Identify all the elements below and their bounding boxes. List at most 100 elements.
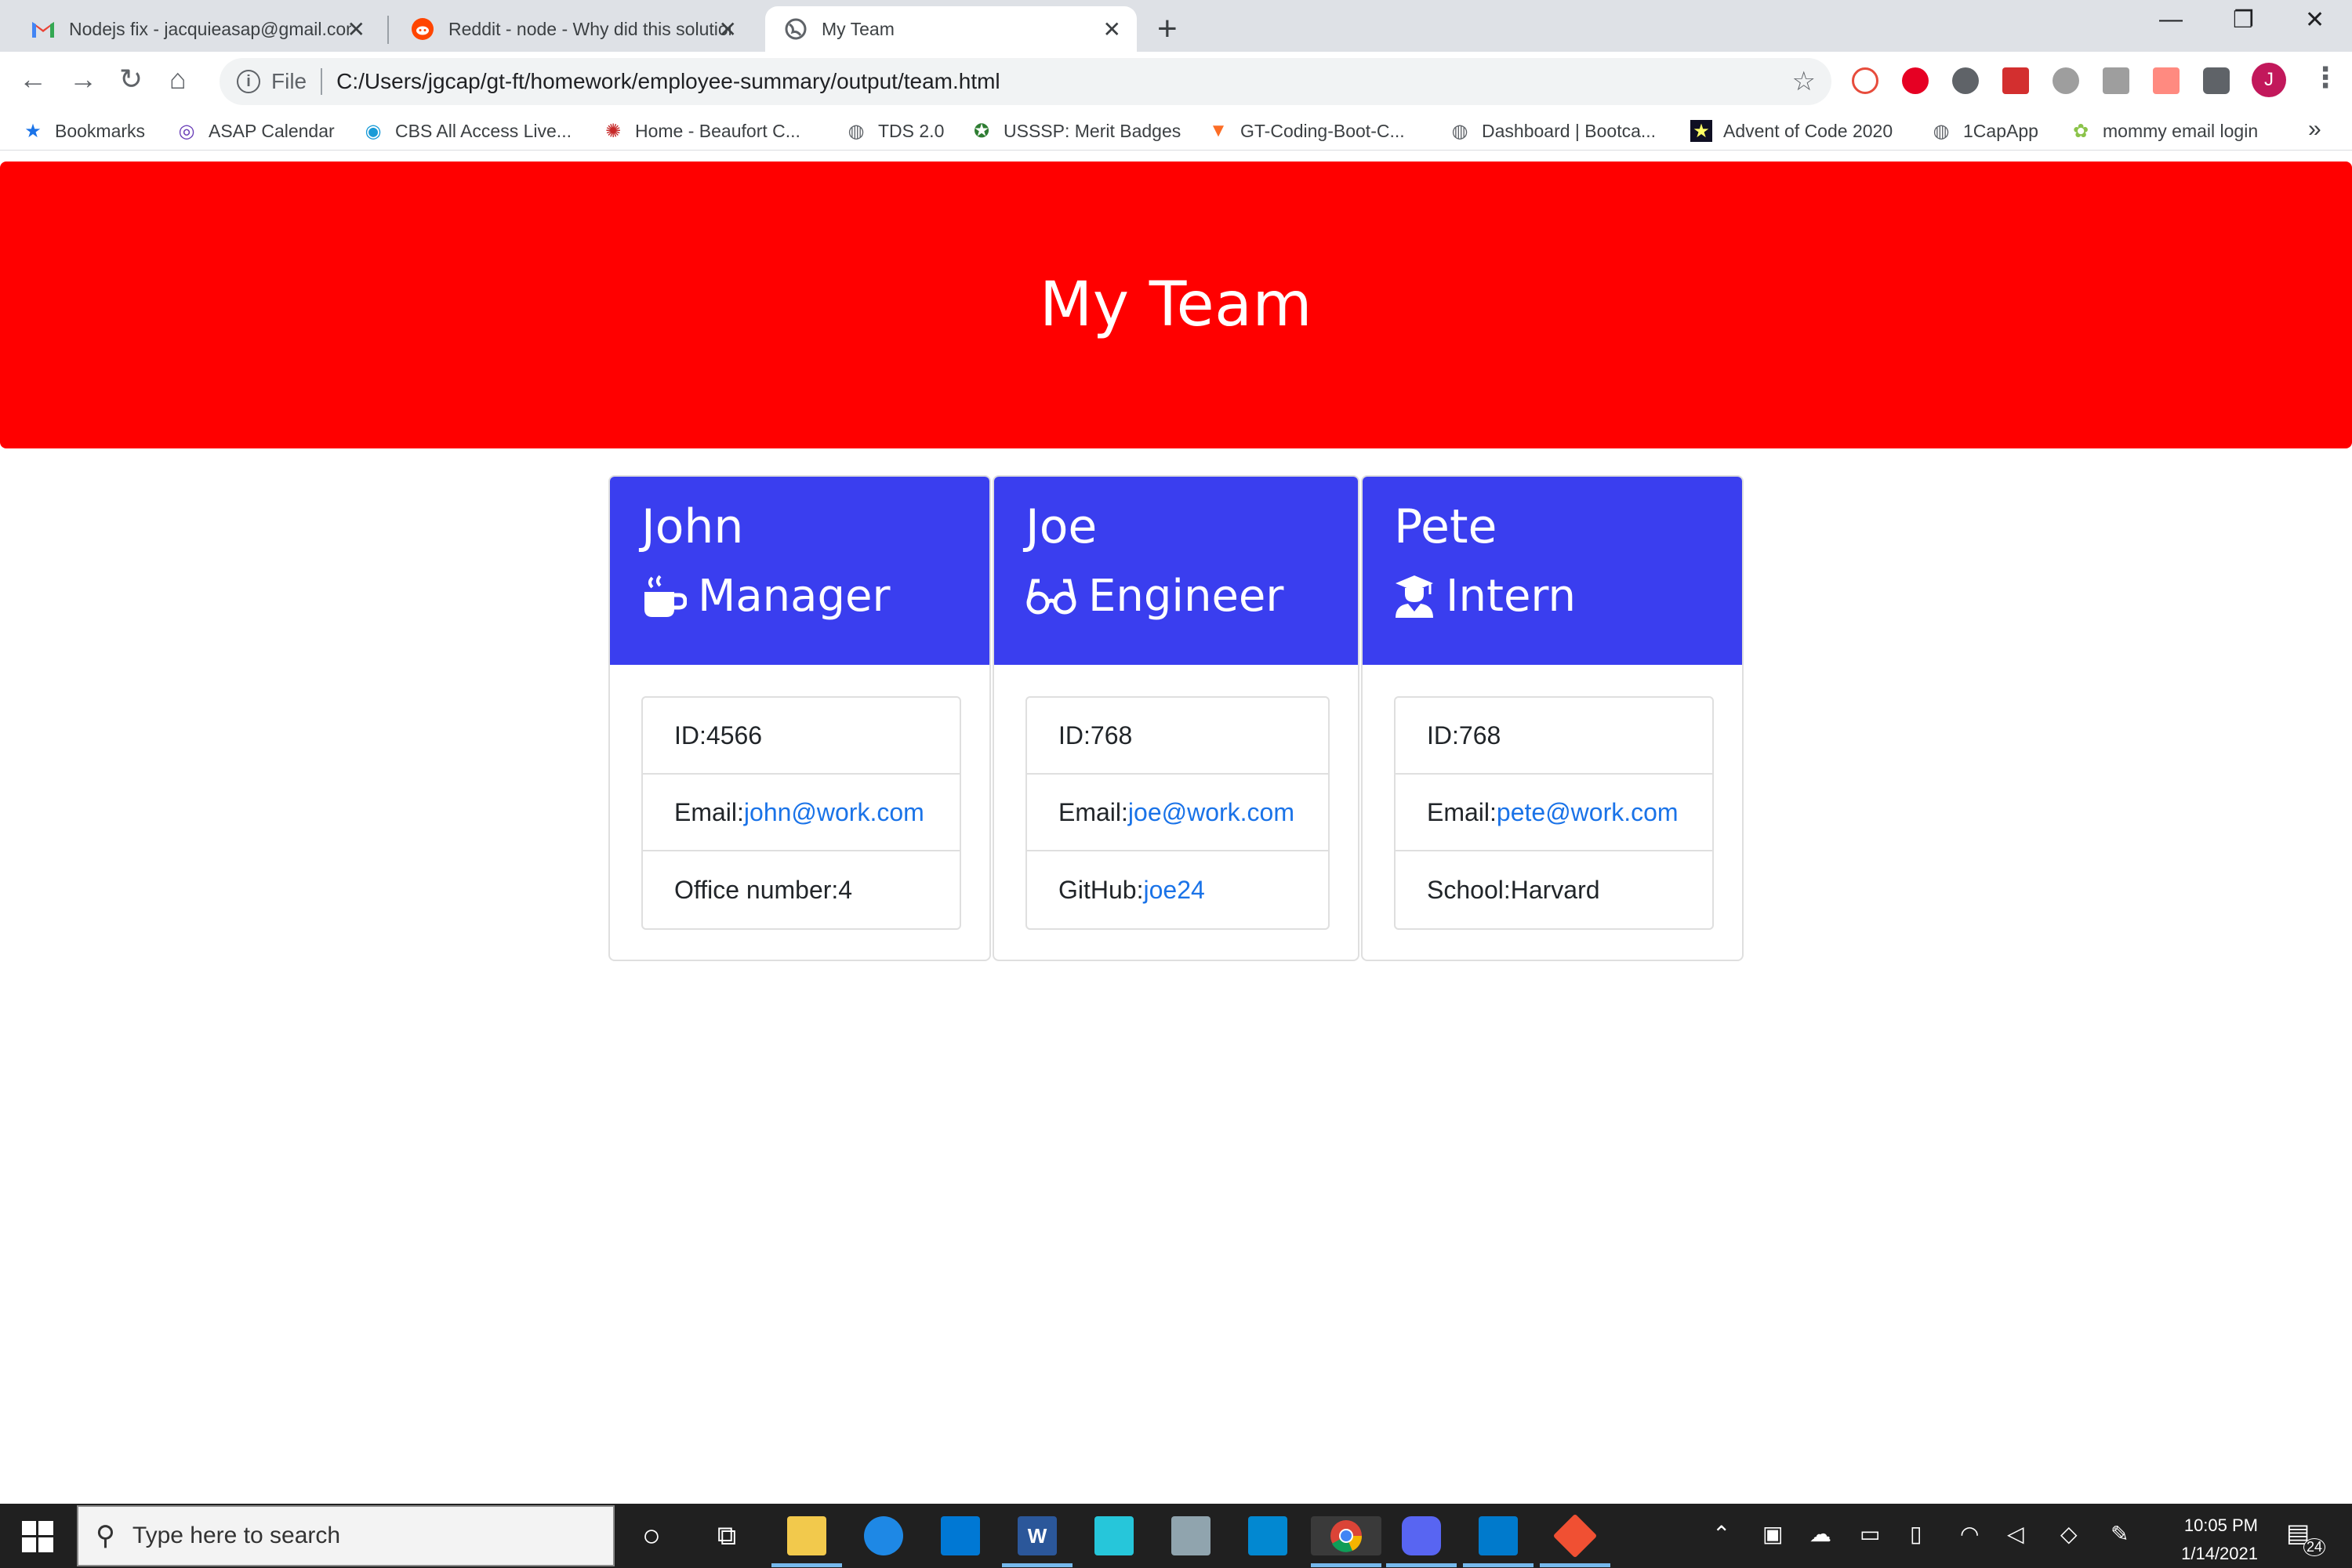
employee-name: John <box>641 499 744 554</box>
bookmark-item[interactable]: ◍ 1CapApp <box>1930 118 2038 144</box>
tab-my-team[interactable]: My Team ✕ <box>765 6 1137 52</box>
tab-gmail[interactable]: Nodejs fix - jacquieasap@gmail.com ✕ <box>13 6 381 52</box>
bookmark-item[interactable]: ◍ Dashboard | Bootca... <box>1449 118 1657 144</box>
restore-button[interactable]: ❐ <box>2233 6 2254 34</box>
bookmark-item[interactable]: ★ Bookmarks <box>22 118 145 144</box>
search-icon: ⚲ <box>96 1521 115 1551</box>
bookmark-item[interactable]: ▼ GT-Coding-Boot-C... <box>1207 118 1405 144</box>
bookmark-item[interactable]: ★ Advent of Code 2020 <box>1690 118 1893 144</box>
close-icon[interactable]: ✕ <box>719 16 737 42</box>
github-link[interactable]: joe24 <box>1143 876 1204 905</box>
discord-icon[interactable] <box>1402 1516 1441 1555</box>
reddit-icon <box>411 17 434 41</box>
info-list: ID: 4566 Email: john@work.com Office num… <box>641 696 961 930</box>
bookmarks-overflow-button[interactable]: » <box>2308 116 2321 143</box>
back-button[interactable]: ← <box>19 63 47 96</box>
email-link[interactable]: pete@work.com <box>1497 798 1679 827</box>
tab-strip: Nodejs fix - jacquieasap@gmail.com ✕ Red… <box>0 0 2352 52</box>
lastpass-icon[interactable] <box>2002 67 2029 94</box>
reload-button[interactable]: ↻ <box>119 63 143 96</box>
dropbox-icon[interactable]: ◇ <box>2060 1521 2078 1547</box>
employee-card-engineer: Joe Engineer ID: 768 Email: joe@work.com… <box>993 475 1359 961</box>
taskbar-search-input[interactable]: ⚲ Type here to search <box>77 1505 615 1566</box>
employee-card-manager: John Manager ID: 4566 Email: john@work.c… <box>608 475 991 961</box>
tab-reddit[interactable]: Reddit - node - Why did this solution ✕ <box>392 6 753 52</box>
bookmark-item[interactable]: ◎ ASAP Calendar <box>176 118 335 144</box>
pinterest-icon[interactable] <box>1902 67 1929 94</box>
employee-name: Joe <box>1025 499 1098 554</box>
card-header: John Manager <box>610 477 989 665</box>
onedrive-icon[interactable]: ☁ <box>1809 1521 1831 1547</box>
avatar[interactable]: J <box>2252 63 2286 97</box>
bookmark-item[interactable]: ✪ USSSP: Merit Badges <box>971 118 1181 144</box>
mail-icon[interactable] <box>941 1516 980 1555</box>
bookmark-item[interactable]: ✺ Home - Beaufort C... <box>602 118 800 144</box>
email-item: Email: pete@work.com <box>1396 775 1712 851</box>
page-header: My Team <box>0 162 2352 448</box>
email-label: Email: <box>1427 797 1497 826</box>
chevron-up-icon[interactable]: ⌃ <box>1712 1521 1730 1547</box>
bookmark-item[interactable]: ✿ mommy email login <box>2070 118 2258 144</box>
system-clock[interactable]: 10:05 PM 1/14/2021 <box>2148 1512 2258 1568</box>
extension-icon[interactable] <box>2053 67 2079 94</box>
display-icon[interactable]: ▭ <box>1860 1521 1880 1547</box>
id-value: 4566 <box>706 720 763 750</box>
task-view-icon[interactable]: ⧉ <box>707 1516 746 1555</box>
new-tab-button[interactable]: + <box>1157 9 1178 49</box>
cortana-icon[interactable]: ○ <box>632 1516 671 1555</box>
school-item: School: Harvard <box>1396 851 1712 928</box>
id-item: ID: 768 <box>1396 698 1712 775</box>
close-icon[interactable]: ✕ <box>347 16 365 42</box>
notes-icon[interactable] <box>1171 1516 1210 1555</box>
bookmark-label: Home - Beaufort C... <box>635 120 800 141</box>
bookmark-item[interactable]: ◉ CBS All Access Live... <box>362 118 572 144</box>
employee-role: Intern <box>1394 571 1711 622</box>
meet-icon[interactable]: ▣ <box>1762 1521 1783 1547</box>
address-bar[interactable]: i File C:/Users/jgcap/gt-ft/homework/emp… <box>220 58 1831 105</box>
notifications-icon[interactable]: ▤ 24 <box>2286 1518 2326 1556</box>
bookmark-item[interactable]: ◍ TDS 2.0 <box>845 118 945 144</box>
acrobat-icon[interactable] <box>2103 67 2129 94</box>
role-label: Manager <box>698 571 891 622</box>
close-icon[interactable]: ✕ <box>1103 16 1121 42</box>
email-link[interactable]: john@work.com <box>744 798 924 827</box>
word-icon[interactable]: W <box>1018 1516 1057 1555</box>
edge-icon[interactable] <box>864 1516 903 1555</box>
bookmark-star-icon[interactable]: ☆ <box>1792 66 1816 97</box>
forward-button[interactable]: → <box>69 63 97 96</box>
close-window-button[interactable]: ✕ <box>2305 6 2325 34</box>
home-button[interactable]: ⌂ <box>169 63 187 96</box>
windows-start-icon[interactable] <box>22 1521 53 1552</box>
git-icon[interactable] <box>1552 1513 1598 1559</box>
chrome-icon[interactable] <box>1311 1516 1381 1555</box>
kebab-menu-icon[interactable]: ⋮ <box>2311 61 2339 94</box>
file-explorer-icon[interactable] <box>787 1516 826 1555</box>
email-link[interactable]: joe@work.com <box>1128 798 1294 827</box>
email-label: Email: <box>1058 797 1128 826</box>
info-icon[interactable]: i <box>237 70 260 93</box>
scheme-label: File <box>271 69 307 93</box>
battery-icon[interactable]: ▯ <box>1910 1521 1922 1547</box>
running-indicator <box>1386 1563 1457 1567</box>
puzzle-icon[interactable] <box>2203 67 2230 94</box>
wifi-icon[interactable]: ◠ <box>1960 1521 1979 1547</box>
minimize-button[interactable]: — <box>2159 6 2183 33</box>
tab-title: My Team <box>822 18 895 39</box>
bookmark-label: GT-Coding-Boot-C... <box>1240 120 1405 141</box>
extension-icon[interactable] <box>2153 67 2180 94</box>
id-value: 768 <box>1090 720 1133 750</box>
pen-icon[interactable]: ✎ <box>2111 1521 2129 1547</box>
usssp-icon: ✪ <box>973 120 990 142</box>
url-text[interactable]: C:/Users/jgcap/gt-ft/homework/employee-s… <box>336 69 1000 94</box>
keyboard-app-icon[interactable] <box>1094 1516 1134 1555</box>
store-icon[interactable] <box>1248 1516 1287 1555</box>
gmail-icon <box>31 17 55 41</box>
volume-icon[interactable]: ◁ <box>2007 1521 2024 1547</box>
globe-icon <box>784 17 808 41</box>
address-divider <box>321 68 323 95</box>
extension-icon[interactable] <box>1852 67 1878 94</box>
github-label: GitHub: <box>1058 875 1144 904</box>
extension-icon[interactable] <box>1952 67 1979 94</box>
role-label: Intern <box>1446 571 1576 622</box>
vscode-icon[interactable] <box>1479 1516 1518 1555</box>
